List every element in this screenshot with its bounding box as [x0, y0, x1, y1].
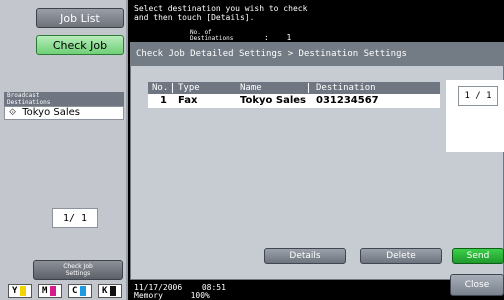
toner-y-swatch: [20, 286, 27, 296]
job-list-button[interactable]: Job List: [36, 8, 124, 28]
check-job-settings-line2: Settings: [65, 270, 91, 277]
toner-magenta: M: [38, 284, 62, 298]
broadcast-header-line2: Destinations: [7, 99, 51, 106]
memory-status: Memory 100%: [134, 292, 210, 300]
memory-label: Memory: [134, 291, 163, 300]
col-type: Type: [178, 83, 200, 93]
instruction-line2: and then touch [Details].: [134, 13, 255, 22]
table-row[interactable]: 1 Fax Tokyo Sales 031234567: [148, 94, 440, 108]
toner-c-swatch: [80, 286, 87, 296]
toner-y-label: Y: [12, 286, 18, 296]
toner-k-swatch: [110, 286, 117, 296]
col-destination: Destination: [316, 83, 376, 93]
destination-count-colon: :: [264, 33, 269, 42]
col-name: Name: [240, 83, 262, 93]
cell-no: 1: [160, 95, 167, 106]
broadcast-header-line1: Broadcast: [7, 92, 40, 99]
toner-black: K: [98, 284, 122, 298]
cell-destination: 031234567: [316, 95, 379, 106]
broadcast-destination-item[interactable]: ⟐ Tokyo Sales: [4, 106, 124, 120]
toner-m-swatch: [50, 286, 57, 296]
instruction-message: Select destination you wish to check and…: [134, 4, 494, 22]
left-page-indicator: 1/ 1: [52, 208, 98, 228]
broadcast-destinations-header: Broadcast Destinations: [4, 92, 124, 106]
cell-type: Fax: [178, 95, 198, 106]
toner-c-label: C: [72, 286, 78, 296]
fax-icon: ⟐: [9, 108, 17, 118]
broadcast-destination-label: Tokyo Sales: [22, 107, 80, 118]
details-button[interactable]: Details: [264, 248, 346, 264]
toner-indicators: Y M C K: [8, 284, 128, 300]
check-job-settings-button[interactable]: Check Job Settings: [33, 260, 123, 280]
close-button[interactable]: Close: [450, 274, 504, 296]
header-sep: [308, 83, 309, 93]
toner-yellow: Y: [8, 284, 32, 298]
send-button[interactable]: Send: [452, 248, 504, 264]
right-page-indicator-text: 1 / 1: [458, 86, 498, 106]
destination-count-value: : 1: [264, 33, 291, 42]
toner-k-label: K: [102, 286, 108, 296]
toner-m-label: M: [42, 286, 48, 296]
destination-count-label: No. of Destinations: [190, 30, 233, 42]
check-job-settings-line1: Check Job: [63, 263, 93, 270]
toner-cyan: C: [68, 284, 92, 298]
right-page-indicator: 1 / 1: [446, 80, 504, 152]
delete-button[interactable]: Delete: [360, 248, 442, 264]
check-job-button[interactable]: Check Job: [36, 35, 124, 55]
instruction-line1: Select destination you wish to check: [134, 4, 308, 13]
header-sep: [172, 83, 173, 93]
destination-count-number: 1: [286, 33, 292, 42]
col-no: No.: [152, 83, 169, 93]
dialog-title: Check Job Detailed Settings > Destinatio…: [130, 42, 504, 66]
cell-name: Tokyo Sales: [240, 95, 306, 106]
memory-value: 100%: [190, 291, 210, 300]
destination-table-header: No. Type Name Destination: [148, 82, 440, 94]
